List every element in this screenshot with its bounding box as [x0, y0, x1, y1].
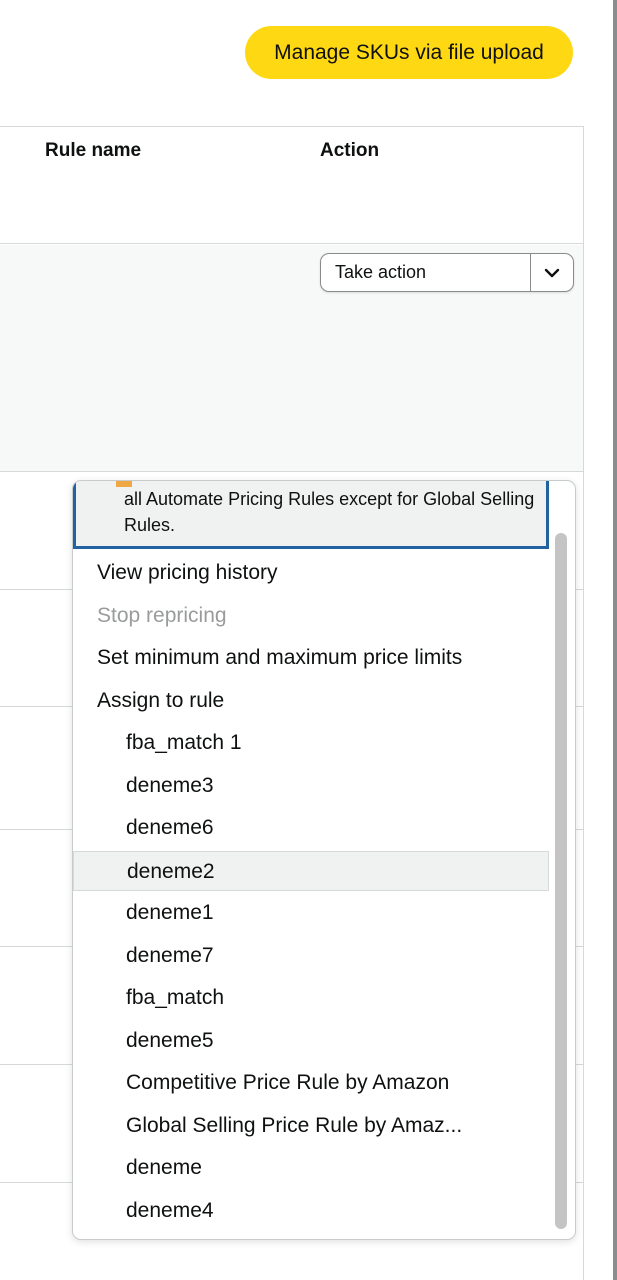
scrollbar-thumb[interactable]	[555, 533, 567, 1229]
menu-item-deneme2[interactable]: deneme2	[73, 851, 549, 891]
menu-item-global-selling-price-rule-by-amaz[interactable]: Global Selling Price Rule by Amaz...	[73, 1106, 549, 1146]
row-divider	[0, 471, 584, 472]
pricing-page: Manage SKUs via file upload Rule name Ac…	[0, 0, 617, 1280]
action-column-header: Action	[320, 140, 380, 161]
menu-item-stop-repricing: Stop repricing	[97, 604, 227, 627]
menu-item-deneme5[interactable]: deneme5	[73, 1021, 549, 1061]
menu-item-competitive-price-rule-by-amazon[interactable]: Competitive Price Rule by Amazon	[73, 1063, 549, 1103]
menu-item-set-minimum-and-maximum-price-limits[interactable]: Set minimum and maximum price limits	[73, 638, 549, 678]
menu-item-assign-to-rule[interactable]: Assign to rule	[73, 681, 549, 721]
menu-scrollbar[interactable]	[555, 533, 569, 1229]
rule-name-column-header: Rule name	[45, 140, 142, 161]
menu-item-fba-match[interactable]: fba_match	[73, 978, 549, 1018]
menu-item-view-pricing-history[interactable]: View pricing history	[73, 553, 549, 593]
menu-item-fba-match-1[interactable]: fba_match 1	[73, 723, 549, 763]
take-action-menu: all Automate Pricing Rules except for Gl…	[72, 480, 576, 1240]
chevron-down-icon[interactable]	[530, 254, 573, 291]
menu-item-deneme3[interactable]: deneme3	[73, 766, 549, 806]
repricing-notice: all Automate Pricing Rules except for Gl…	[73, 481, 549, 549]
menu-item-deneme4[interactable]: deneme4	[73, 1191, 549, 1231]
menu-item-deneme[interactable]: deneme	[73, 1148, 549, 1188]
manage-skus-upload-button[interactable]: Manage SKUs via file upload	[245, 26, 573, 79]
notice-text: all Automate Pricing Rules except for Gl…	[124, 489, 535, 535]
header-divider	[0, 243, 584, 244]
menu-item-deneme1[interactable]: deneme1	[73, 893, 549, 933]
menu-item-deneme7[interactable]: deneme7	[73, 936, 549, 976]
take-action-dropdown[interactable]: Take action	[320, 253, 574, 292]
menu-item-deneme6[interactable]: deneme6	[73, 808, 549, 848]
take-action-label: Take action	[335, 262, 427, 282]
window-edge	[613, 0, 617, 1280]
